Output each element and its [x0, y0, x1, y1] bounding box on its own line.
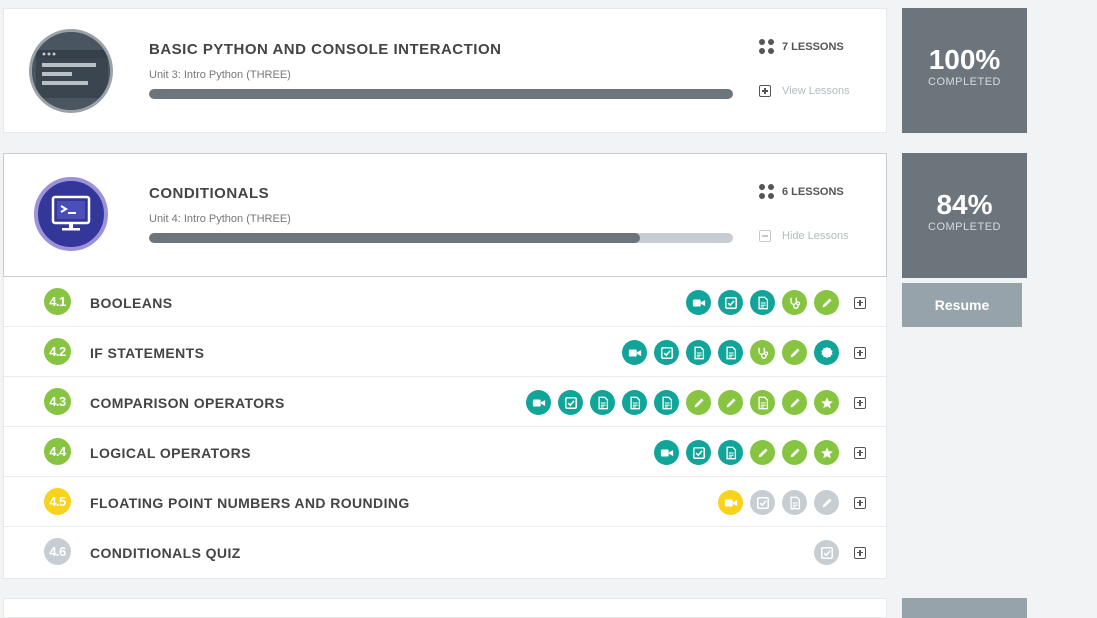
- activity-icons: [654, 440, 866, 465]
- browser-window-icon: [29, 29, 113, 113]
- lesson-number-badge: 4.6: [44, 538, 71, 565]
- lesson-row[interactable]: 4.3 COMPARISON OPERATORS: [4, 377, 886, 427]
- star-icon[interactable]: [814, 390, 839, 415]
- unit-title: BASIC PYTHON AND CONSOLE INTERACTION: [149, 41, 502, 58]
- star-icon[interactable]: [814, 440, 839, 465]
- document-icon[interactable]: [590, 390, 615, 415]
- progress-fill: [149, 89, 733, 99]
- lessons-count-label: 6 LESSONS: [782, 185, 844, 198]
- pencil-icon[interactable]: [782, 440, 807, 465]
- unit-card-basic-python: BASIC PYTHON AND CONSOLE INTERACTION Uni…: [3, 8, 887, 133]
- expand-plus-icon[interactable]: [854, 496, 866, 509]
- activity-icons: [526, 390, 866, 415]
- expand-plus-icon[interactable]: [854, 546, 866, 559]
- lesson-number-badge: 4.4: [44, 438, 71, 465]
- badge-icon[interactable]: [814, 340, 839, 365]
- hide-lessons-link[interactable]: Hide Lessons: [759, 230, 849, 242]
- collapse-minus-icon: [759, 230, 771, 242]
- pencil-icon[interactable]: [814, 290, 839, 315]
- hide-lessons-label: Hide Lessons: [782, 230, 849, 242]
- lesson-number-badge: 4.5: [44, 488, 71, 515]
- lesson-number-badge: 4.2: [44, 338, 71, 365]
- document-icon[interactable]: [622, 390, 647, 415]
- lesson-number-badge: 4.1: [44, 288, 71, 315]
- stethoscope-icon[interactable]: [782, 290, 807, 315]
- completion-percent: 100%: [928, 44, 1001, 75]
- expand-plus-icon[interactable]: [854, 346, 866, 359]
- lesson-row[interactable]: 4.6 CONDITIONALS QUIZ: [4, 527, 886, 578]
- view-lessons-label: View Lessons: [782, 85, 850, 97]
- grid-dots-icon: [759, 184, 774, 199]
- video-icon[interactable]: [718, 490, 743, 515]
- checkbox-icon[interactable]: [750, 490, 775, 515]
- completion-label: COMPLETED: [928, 76, 1001, 88]
- document-icon[interactable]: [654, 390, 679, 415]
- pencil-icon[interactable]: [750, 440, 775, 465]
- video-icon[interactable]: [686, 290, 711, 315]
- expand-plus-icon: [759, 85, 771, 97]
- document-icon[interactable]: [718, 440, 743, 465]
- checkbox-icon[interactable]: [718, 290, 743, 315]
- completion-label: COMPLETED: [928, 221, 1001, 233]
- checkbox-icon[interactable]: [686, 440, 711, 465]
- activity-icons: [718, 490, 866, 515]
- unit-subtitle: Unit 3: Intro Python (THREE): [149, 69, 291, 81]
- completion-box-unit-4: 84% COMPLETED: [902, 153, 1027, 278]
- unit-progress-bar: [149, 89, 733, 99]
- lesson-title[interactable]: BOOLEANS: [90, 295, 173, 311]
- video-icon[interactable]: [622, 340, 647, 365]
- unit-title: CONDITIONALS: [149, 185, 270, 202]
- video-icon[interactable]: [654, 440, 679, 465]
- next-unit-card: [3, 598, 887, 618]
- activity-icons: [686, 290, 866, 315]
- checkbox-icon[interactable]: [814, 540, 839, 565]
- lesson-row[interactable]: 4.1 BOOLEANS: [4, 277, 886, 327]
- unit-progress-bar: [149, 233, 733, 243]
- document-icon[interactable]: [782, 490, 807, 515]
- lesson-title[interactable]: CONDITIONALS QUIZ: [90, 545, 241, 561]
- lesson-title[interactable]: FLOATING POINT NUMBERS AND ROUNDING: [90, 495, 410, 511]
- lessons-count: 6 LESSONS: [759, 184, 844, 199]
- document-icon[interactable]: [750, 290, 775, 315]
- completion-percent: 84%: [936, 189, 993, 220]
- completion-box-unit-3: 100% COMPLETED: [902, 8, 1027, 133]
- expand-plus-icon[interactable]: [854, 446, 866, 459]
- lessons-count-label: 7 LESSONS: [782, 40, 844, 53]
- video-icon[interactable]: [526, 390, 551, 415]
- lesson-row[interactable]: 4.2 IF STATEMENTS: [4, 327, 886, 377]
- document-icon[interactable]: [750, 390, 775, 415]
- progress-fill: [149, 233, 640, 243]
- lesson-row[interactable]: 4.5 FLOATING POINT NUMBERS AND ROUNDING: [4, 477, 886, 527]
- document-icon[interactable]: [718, 340, 743, 365]
- unit-subtitle: Unit 4: Intro Python (THREE): [149, 213, 291, 225]
- grid-dots-icon: [759, 39, 774, 54]
- lesson-title[interactable]: LOGICAL OPERATORS: [90, 445, 251, 461]
- pencil-icon[interactable]: [782, 390, 807, 415]
- expand-plus-icon[interactable]: [854, 396, 866, 409]
- lesson-title[interactable]: IF STATEMENTS: [90, 345, 204, 361]
- pencil-icon[interactable]: [686, 390, 711, 415]
- stethoscope-icon[interactable]: [750, 340, 775, 365]
- expand-plus-icon[interactable]: [854, 296, 866, 309]
- pencil-icon[interactable]: [718, 390, 743, 415]
- view-lessons-link[interactable]: View Lessons: [759, 85, 850, 97]
- lesson-title[interactable]: COMPARISON OPERATORS: [90, 395, 285, 411]
- terminal-monitor-icon: [34, 177, 108, 251]
- unit-card-conditionals: CONDITIONALS Unit 4: Intro Python (THREE…: [3, 153, 887, 277]
- lesson-list: 4.1 BOOLEANS 4.2 IF STATEMENTS 4.3 COMPARISON…: [3, 277, 887, 579]
- next-unit-completion-box: [902, 598, 1027, 618]
- resume-button[interactable]: Resume: [902, 283, 1022, 327]
- pencil-icon[interactable]: [782, 340, 807, 365]
- lesson-row[interactable]: 4.4 LOGICAL OPERATORS: [4, 427, 886, 477]
- checkbox-icon[interactable]: [654, 340, 679, 365]
- checkbox-icon[interactable]: [558, 390, 583, 415]
- lessons-count: 7 LESSONS: [759, 39, 844, 54]
- activity-icons: [622, 340, 866, 365]
- lesson-number-badge: 4.3: [44, 388, 71, 415]
- pencil-icon[interactable]: [814, 490, 839, 515]
- document-icon[interactable]: [686, 340, 711, 365]
- activity-icons: [814, 540, 866, 565]
